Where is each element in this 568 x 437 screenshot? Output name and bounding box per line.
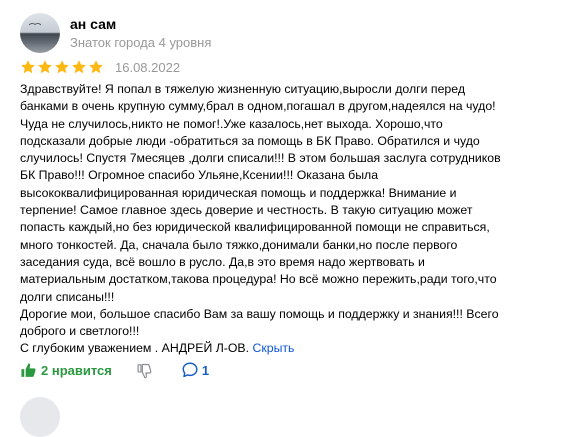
review-text-line: материальным достатком,такова процедура!… (20, 272, 497, 287)
review-actions: 2 нравится 1 (20, 361, 209, 379)
bird-silhouette (29, 22, 41, 26)
like-count: 2 нравится (41, 362, 112, 378)
star-icon (88, 59, 104, 75)
like-button[interactable]: 2 нравится (20, 362, 112, 379)
review-text-line: попасть каждый,но без юридической квалиф… (20, 220, 490, 235)
star-icon (54, 59, 70, 75)
comment-bubble-icon (182, 362, 198, 378)
comments-button[interactable]: 1 (181, 361, 209, 379)
review-text-line: Чуда не случилось,никто не помог!.Уже ка… (20, 116, 443, 131)
review-text-line: подсказали добрые люди -обратиться за по… (20, 133, 480, 148)
thumbs-up-icon (21, 362, 36, 377)
author-name[interactable]: ан сам (70, 16, 116, 32)
review-text-line: заседания суда, всё вошло в русло. Да,в … (20, 254, 425, 269)
comments-count: 1 (201, 362, 210, 378)
review-date: 16.08.2022 (115, 59, 181, 75)
review-text-line: Здравствуйте! Я попал в тяжелую жизненну… (20, 82, 465, 96)
review-text-line: высококвалифицированная юридическая помо… (20, 185, 457, 200)
next-review-avatar[interactable] (20, 397, 60, 437)
star-icon (20, 59, 36, 75)
review-text-line: Дорогие мои, большое спасибо Вам за вашу… (20, 306, 499, 321)
review-body: Здравствуйте! Я попал в тяжелую жизненну… (20, 81, 555, 340)
review-text-line: банками в очень крупную сумму,брал в одн… (20, 99, 496, 114)
rating-stars (20, 59, 105, 75)
review-text-line: БК Право!!! Огромное спасибо Ульяне,Ксен… (20, 168, 379, 183)
review-text-line: много тонкостей. Да, сначала было тяжко,… (20, 237, 458, 252)
thumbs-down-icon (137, 363, 152, 378)
star-icon (71, 59, 87, 75)
hide-link[interactable]: Скрыть (252, 341, 294, 355)
review-text-line: терпение! Самое главное здесь доверие и … (20, 203, 473, 218)
review-signature: С глубоким уважением . АНДРЕЙ Л-ОВ. (20, 341, 250, 356)
star-icon (37, 59, 53, 75)
rating-row: 16.08.2022 (20, 58, 180, 76)
review-text-line: случилось! Спустя 7месяцев ,долги списал… (20, 151, 501, 166)
author-level: Знаток города 4 уровня (70, 35, 212, 50)
avatar[interactable] (20, 13, 60, 53)
review-text-line: доброго и светлого!!! (20, 324, 140, 339)
dislike-button[interactable] (136, 362, 153, 379)
review-text-line: долги списаны!!! (20, 289, 115, 304)
review-text: Здравствуйте! Я попал в тяжелую жизненну… (20, 81, 555, 358)
